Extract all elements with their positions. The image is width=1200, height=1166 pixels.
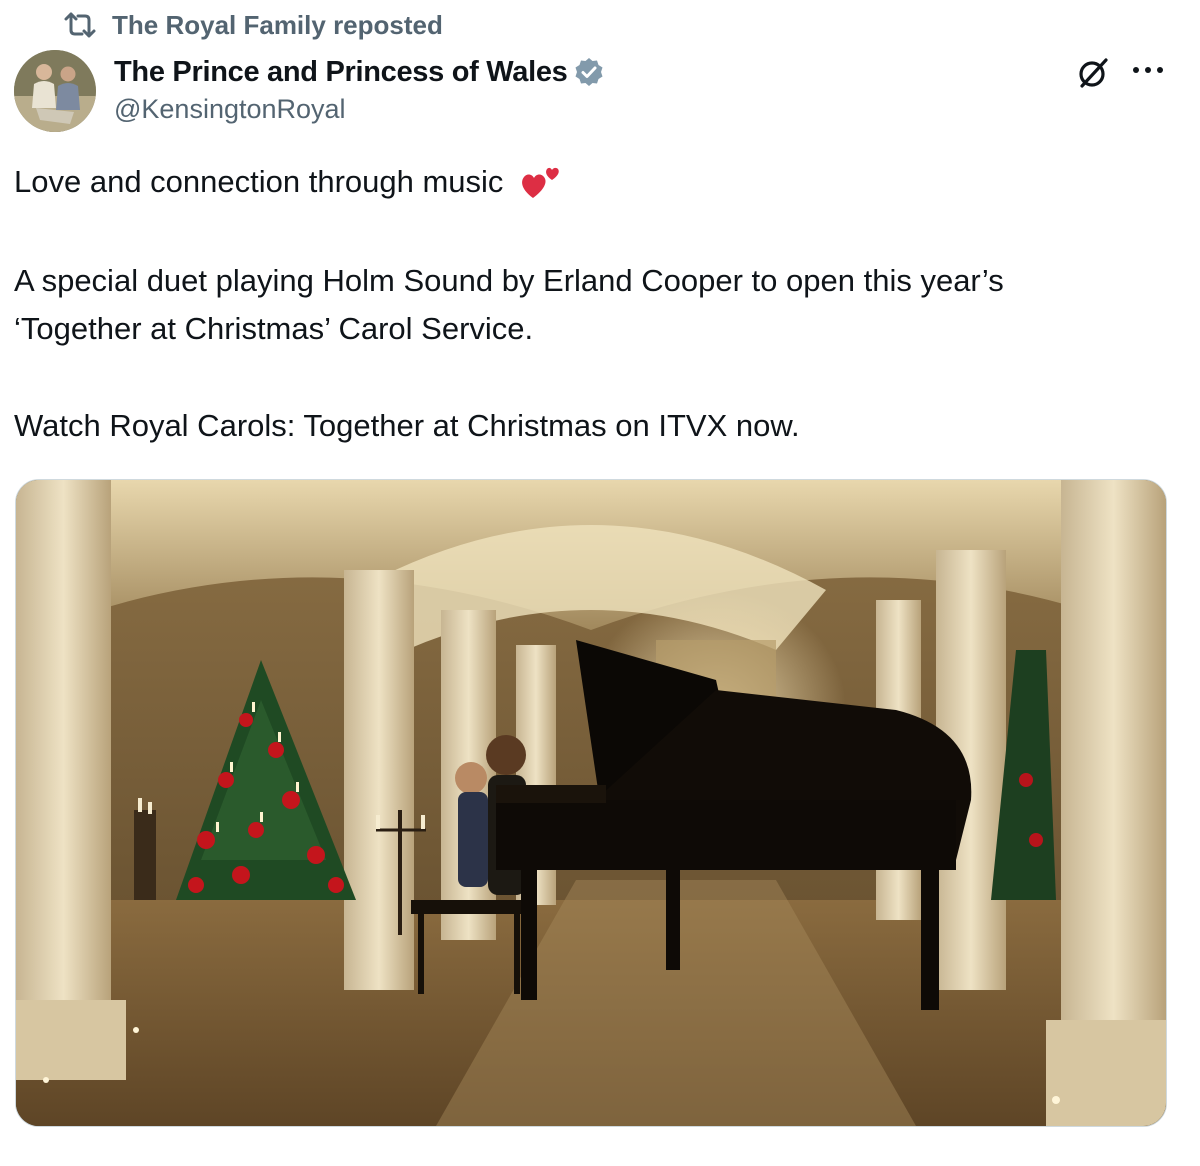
- repost-label: The Royal Family reposted: [112, 9, 443, 40]
- grok-icon[interactable]: [1074, 54, 1112, 92]
- author-name-row[interactable]: The Prince and Princess of Wales: [114, 52, 605, 92]
- verified-badge-icon: [573, 56, 605, 88]
- tweet-text-line-4: Watch Royal Carols: Together at Christma…: [14, 408, 800, 443]
- tweet-text-line-1: Love and connection through music: [14, 164, 562, 204]
- author-handle[interactable]: @KensingtonRoyal: [114, 94, 346, 125]
- tweet-text-intro: Love and connection through music: [14, 164, 504, 200]
- tweet-media-photo[interactable]: [15, 479, 1167, 1127]
- avatar[interactable]: [14, 50, 96, 132]
- more-icon[interactable]: [1128, 54, 1168, 86]
- repost-icon: [62, 10, 98, 40]
- tweet-text-line-2: A special duet playing Holm Sound by Erl…: [14, 263, 1004, 298]
- display-name[interactable]: The Prince and Princess of Wales: [114, 56, 568, 89]
- two-hearts-emoji-icon: [518, 160, 562, 200]
- tweet-text-line-3: ‘Together at Christmas’ Carol Service.: [14, 311, 534, 346]
- repost-indicator[interactable]: The Royal Family reposted: [62, 8, 443, 42]
- tweet-card: The Royal Family reposted The Prince and…: [0, 0, 1200, 1166]
